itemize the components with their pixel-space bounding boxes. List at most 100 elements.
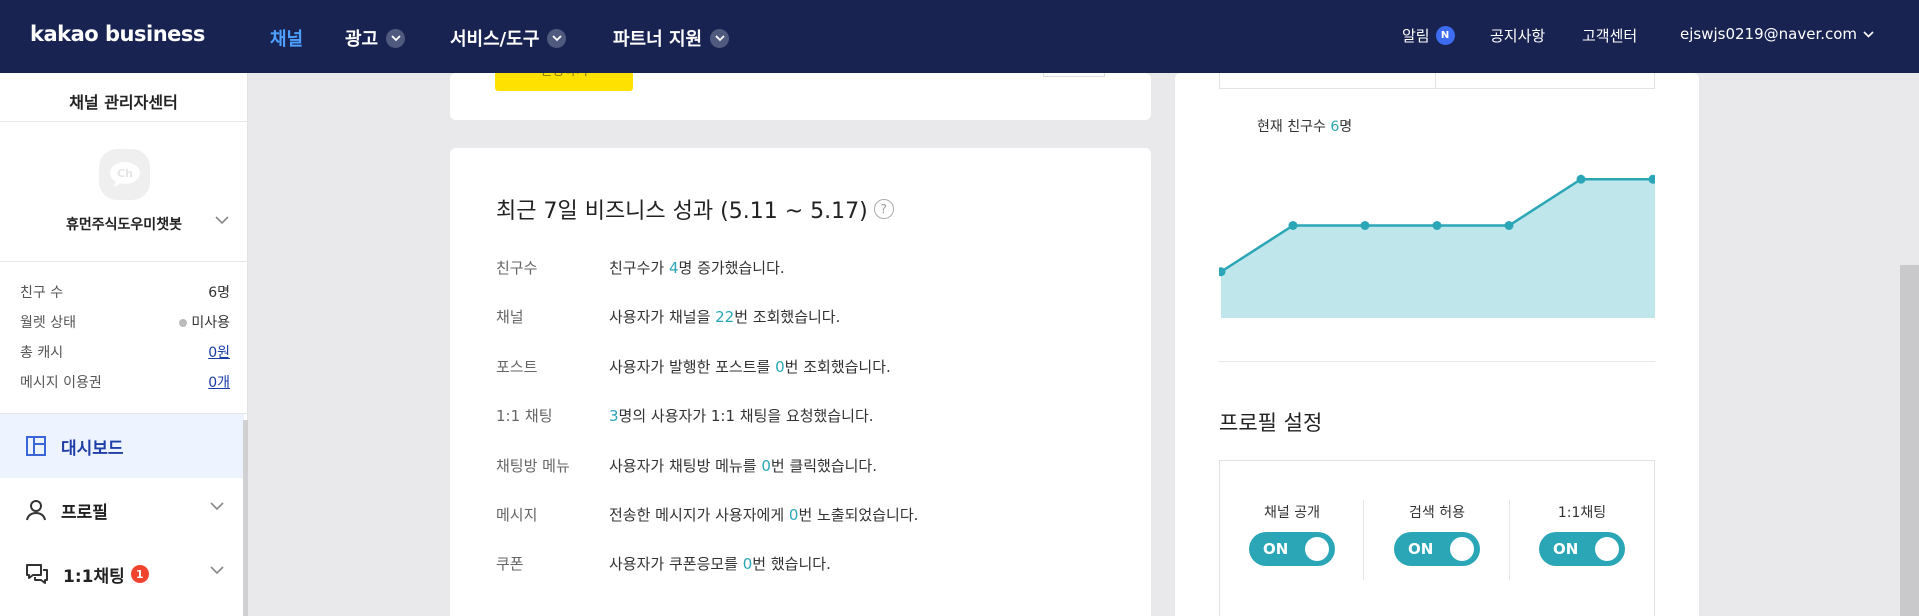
divider	[1219, 361, 1655, 362]
chevron-down-icon[interactable]	[215, 216, 229, 225]
chart-area-fill	[1221, 179, 1655, 318]
row-label: 메시지	[496, 506, 538, 524]
performance-title-text: 최근 7일 비즈니스 성과 (5.11 ~ 5.17)	[496, 199, 868, 224]
support-link[interactable]: 고객센터	[1582, 25, 1637, 46]
chart-point[interactable]	[1288, 221, 1298, 230]
account-menu[interactable]: ejswjs0219@naver.com	[1680, 25, 1874, 43]
stat-label: 총 캐시	[20, 345, 64, 361]
stat-label: 메시지 이용권	[20, 375, 102, 391]
row-text-post: 번 노출되었습니다.	[798, 506, 919, 524]
chart-point[interactable]	[1360, 221, 1370, 230]
divider	[0, 121, 248, 122]
chevron-down-icon	[386, 28, 406, 48]
kakao-business-logo[interactable]: kakao business	[30, 22, 205, 46]
stat-value-link[interactable]: 0원	[208, 342, 230, 362]
row-number: 0	[742, 555, 753, 573]
stat-value: 6명	[208, 285, 230, 301]
performance-row: 채널 사용자가 채널을 22번 조회했습니다.	[496, 306, 1096, 327]
row-label: 채널	[496, 308, 524, 326]
row-number: 22	[715, 308, 735, 326]
row-label: 포스트	[496, 358, 538, 376]
stat-value: 미사용	[191, 315, 230, 331]
row-label: 1:1 채팅	[496, 407, 553, 425]
row-text: 사용자가 발행한 포스트를 0번 조회했습니다.	[609, 356, 891, 377]
toggle-knob	[1450, 537, 1474, 561]
chat-count-badge: 1	[130, 565, 149, 583]
nav-item-partner[interactable]: 파트너 지원	[613, 25, 730, 51]
dashboard-icon	[26, 436, 46, 456]
chart-point[interactable]	[1432, 221, 1442, 230]
chevron-down-icon	[210, 566, 224, 575]
notice-label: 공지사항	[1490, 27, 1546, 45]
toggle-state: ON	[1408, 540, 1434, 558]
account-email: ejswjs0219@naver.com	[1680, 25, 1858, 43]
row-text-post: 번 조회했습니다.	[784, 358, 891, 376]
nav-item-label: 파트너 지원	[613, 29, 703, 50]
toggle-channel-public: 채널 공개 ON	[1222, 502, 1362, 566]
nav-item-services[interactable]: 서비스/도구	[450, 25, 567, 51]
row-text: 사용자가 채팅방 메뉴를 0번 클릭했습니다.	[609, 455, 877, 476]
toggle-state: ON	[1553, 540, 1579, 558]
row-text: 3명의 사용자가 1:1 채팅을 요청했습니다.	[609, 405, 874, 426]
toggle-switch[interactable]: ON	[1249, 532, 1335, 566]
sidebar-scrollbar[interactable]	[243, 420, 248, 616]
row-text-post: 명의 사용자가 1:1 채팅을 요청했습니다.	[618, 407, 874, 425]
stat-cash: 총 캐시 0원	[20, 342, 230, 362]
notice-link[interactable]: 공지사항	[1490, 25, 1545, 46]
divider	[0, 261, 248, 262]
stat-value-wrap: 미사용	[179, 312, 230, 332]
stat-message-credits: 메시지 이용권 0개	[20, 372, 230, 392]
top-navigation: kakao business 채널 광고 서비스/도구 파트너 지원 알림 N …	[0, 0, 1919, 73]
row-text: 사용자가 쿠폰응모를 0번 했습니다.	[609, 553, 831, 574]
support-label: 고객센터	[1582, 27, 1638, 45]
chevron-down-icon	[210, 502, 224, 511]
row-number: 0	[761, 457, 771, 475]
sidebar-item-chat[interactable]: 1:1채팅 1	[0, 542, 244, 606]
chart-point[interactable]	[1576, 174, 1586, 184]
stat-wallet: 월렛 상태 미사용	[20, 312, 230, 332]
stat-friends: 친구 수 6명	[20, 282, 230, 302]
column-separator	[1509, 500, 1510, 580]
row-text-pre: 친구수가	[609, 259, 669, 277]
notifications-button[interactable]: 알림 N	[1402, 25, 1455, 46]
row-text: 전송한 메시지가 사용자에게 0번 노출되었습니다.	[609, 504, 918, 525]
nav-item-label: 서비스/도구	[450, 29, 540, 50]
toggle-label: 채널 공개	[1264, 505, 1320, 521]
sidebar-item-dashboard[interactable]: 대시보드	[0, 414, 244, 478]
channel-avatar: Ch	[99, 149, 150, 200]
nav-item-channel[interactable]: 채널	[270, 25, 303, 51]
row-text-pre: 사용자가 채팅방 메뉴를	[609, 457, 762, 475]
toggle-switch[interactable]: ON	[1539, 532, 1625, 566]
chat-icon	[26, 564, 48, 584]
performance-row: 1:1 채팅 3명의 사용자가 1:1 채팅을 요청했습니다.	[496, 405, 1096, 426]
notifications-label: 알림	[1402, 27, 1430, 45]
page-scrollbar[interactable]	[1900, 265, 1919, 616]
row-label: 채팅방 메뉴	[496, 457, 570, 475]
sidebar-item-label: 1:1채팅	[63, 566, 125, 587]
nav-item-label: 광고	[345, 29, 379, 50]
row-text-post: 번 클릭했습니다.	[770, 457, 877, 475]
chevron-down-icon	[710, 28, 730, 48]
sidebar: 채널 관리자센터 Ch 휴먼주식도우미챗봇 친구 수 6명 월렛 상태 미사용 …	[0, 73, 248, 616]
row-text-pre: 사용자가 발행한 포스트를	[609, 358, 776, 376]
sidebar-item-profile[interactable]: 프로필	[0, 478, 244, 542]
person-icon	[26, 500, 46, 521]
help-icon[interactable]: ?	[873, 199, 894, 219]
friends-area-chart	[1219, 174, 1655, 318]
channel-chat-icon: Ch	[109, 161, 140, 187]
stat-value-link[interactable]: 0개	[208, 372, 230, 392]
performance-row: 포스트 사용자가 발행한 포스트를 0번 조회했습니다.	[496, 356, 1096, 377]
notification-badge: N	[1435, 26, 1455, 45]
secondary-button[interactable]	[1043, 73, 1105, 77]
nav-item-ads[interactable]: 광고	[345, 25, 406, 51]
channel-name: 휴먼주식도우미챗봇	[66, 217, 182, 233]
toggle-switch[interactable]: ON	[1394, 532, 1480, 566]
performance-title: 최근 7일 비즈니스 성과 (5.11 ~ 5.17) ?	[496, 193, 894, 225]
performance-row: 쿠폰 사용자가 쿠폰응모를 0번 했습니다.	[496, 553, 1096, 574]
row-text-pre: 사용자가 쿠폰응모를	[609, 555, 743, 573]
performance-row: 친구수 친구수가 4명 증가했습니다.	[496, 257, 1096, 278]
chart-point[interactable]	[1504, 221, 1514, 230]
row-label: 친구수	[496, 259, 538, 277]
column-separator	[1363, 500, 1364, 580]
row-text: 사용자가 채널을 22번 조회했습니다.	[609, 306, 840, 327]
